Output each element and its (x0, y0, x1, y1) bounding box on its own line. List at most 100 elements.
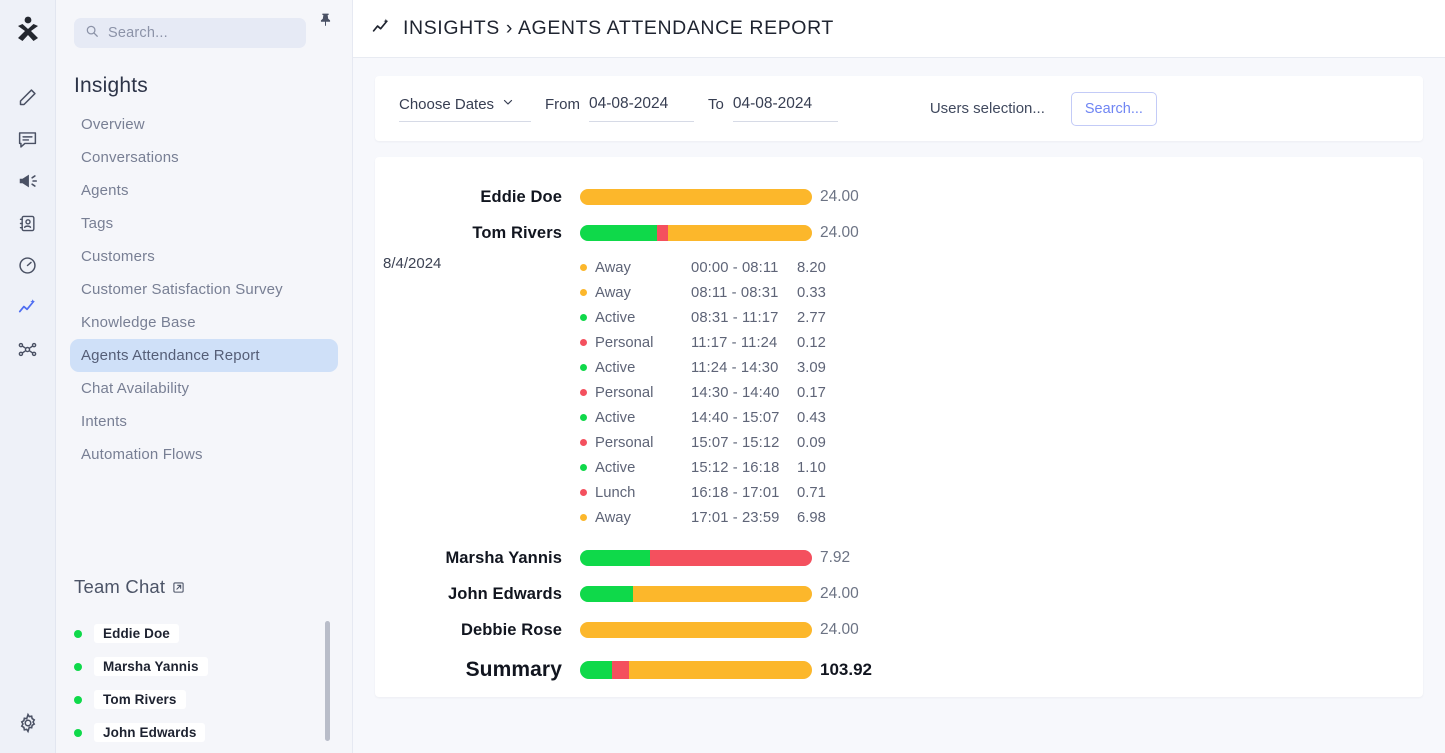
detail-row: Away 00:00 - 08:11 8.20 (580, 255, 1423, 280)
attendance-report-card: Eddie Doe 24.00 Tom Rivers 24.00 8/4/202… (375, 157, 1423, 697)
team-chat-scrollbar[interactable] (325, 621, 330, 741)
bar-segment-away (580, 622, 812, 638)
sidebar-item-overview[interactable]: Overview (70, 108, 338, 141)
attendance-total: 24.00 (820, 585, 859, 602)
search-button[interactable]: Search... (1070, 91, 1157, 126)
sidebar-item-agents-attendance-report[interactable]: Agents Attendance Report (70, 339, 338, 372)
from-date-input[interactable] (589, 95, 694, 122)
bar-segment-active (580, 225, 657, 241)
icon-rail (0, 0, 56, 753)
rail-item-compose[interactable] (8, 76, 48, 118)
sidebar-item-customers[interactable]: Customers (70, 240, 338, 273)
sidebar-item-customer-satisfaction-survey[interactable]: Customer Satisfaction Survey (70, 273, 338, 306)
page-title: Insights (74, 74, 148, 97)
table-row[interactable]: John Edwards 24.00 (375, 576, 1423, 612)
detail-time: 14:40 - 15:07 (691, 409, 780, 426)
team-chat-member-name: Eddie Doe (94, 624, 179, 643)
detail-time: 11:17 - 11:24 (691, 334, 778, 351)
breadcrumb-title: INSIGHTS › AGENTS ATTENDANCE REPORT (403, 17, 834, 39)
detail-time: 17:01 - 23:59 (691, 509, 780, 526)
bar-segment-personal (649, 550, 812, 566)
sidebar-item-automation-flows[interactable]: Automation Flows (70, 438, 338, 471)
rail-item-insights[interactable] (8, 286, 48, 328)
team-chat-title: Team Chat (74, 576, 166, 597)
detail-status: Away (595, 509, 631, 526)
from-label: From (545, 96, 580, 113)
rail-item-conversations[interactable] (8, 118, 48, 160)
rail-item-campaigns[interactable] (8, 160, 48, 202)
bar-segment-active (580, 550, 650, 566)
detail-time: 15:07 - 15:12 (691, 434, 780, 451)
detail-status: Active (595, 309, 636, 326)
list-item[interactable]: John Edwards (74, 716, 352, 749)
filter-bar: Choose Dates From To Users selection... … (375, 76, 1423, 141)
status-dot-away (580, 289, 587, 296)
bar-segment-away (633, 586, 812, 602)
attendance-bar (580, 550, 812, 566)
external-link-icon[interactable] (172, 581, 185, 594)
search-placeholder: Search... (108, 25, 168, 41)
breadcrumb: INSIGHTS › AGENTS ATTENDANCE REPORT (353, 0, 1445, 58)
sidebar-item-chat-availability[interactable]: Chat Availability (70, 372, 338, 405)
agent-name: John Edwards (448, 584, 562, 603)
sidebar-item-intents[interactable]: Intents (70, 405, 338, 438)
status-dot-personal (580, 339, 587, 346)
to-date-input[interactable] (732, 95, 838, 122)
sidebar-item-knowledge-base[interactable]: Knowledge Base (70, 306, 338, 339)
sidebar-item-conversations[interactable]: Conversations (70, 141, 338, 174)
table-row[interactable]: Tom Rivers 24.00 (375, 215, 1423, 251)
list-item[interactable]: Marsha Yannis (74, 650, 352, 683)
agent-name: Eddie Doe (480, 187, 562, 206)
status-dot-active (580, 414, 587, 421)
status-dot-away (580, 264, 587, 271)
detail-row: Away 08:11 - 08:31 0.33 (580, 280, 1423, 305)
attendance-bar (580, 225, 812, 241)
app-root: Search... Insights Overview Conversation… (0, 0, 1445, 753)
table-row[interactable]: Marsha Yannis 7.92 (375, 540, 1423, 576)
rail-item-dashboard[interactable] (8, 244, 48, 286)
search-input[interactable]: Search... (74, 18, 306, 48)
choose-dates-select[interactable]: Choose Dates (399, 95, 531, 122)
table-row[interactable]: Eddie Doe 24.00 (375, 179, 1423, 215)
users-selection-field[interactable]: Users selection... (930, 100, 1045, 117)
status-dot-lunch (580, 489, 587, 496)
add-chat-button[interactable] (314, 578, 332, 596)
pin-icon[interactable] (314, 11, 336, 28)
rail-item-contacts[interactable] (8, 202, 48, 244)
bar-segment-away (628, 661, 812, 679)
detail-row: Personal 14:30 - 14:40 0.17 (580, 380, 1423, 405)
detail-duration: 0.43 (797, 409, 826, 426)
list-item[interactable]: Eddie Doe (74, 617, 352, 650)
detail-row: Active 08:31 - 11:17 2.77 (580, 305, 1423, 330)
attendance-bar (580, 622, 812, 638)
agent-name: Debbie Rose (460, 620, 562, 639)
detail-status: Personal (595, 334, 654, 351)
bar-segment-personal (656, 225, 669, 241)
detail-date: 8/4/2024 (383, 255, 442, 272)
detail-duration: 3.09 (797, 359, 826, 376)
sidebar-item-tags[interactable]: Tags (70, 207, 338, 240)
detail-duration: 2.77 (797, 309, 826, 326)
list-item[interactable]: Tom Rivers (74, 683, 352, 716)
sidebar-item-agents[interactable]: Agents (70, 174, 338, 207)
attendance-total: 24.00 (820, 188, 859, 205)
table-row[interactable]: Debbie Rose 24.00 (375, 612, 1423, 648)
detail-time: 14:30 - 14:40 (691, 384, 780, 401)
status-dot-online (74, 629, 82, 638)
team-chat-section: Team Chat Eddie Doe Marsha Yannis Tom Ri… (56, 567, 352, 753)
rail-item-automation[interactable] (8, 328, 48, 370)
attendance-total: 24.00 (820, 224, 859, 241)
detail-row: Active 11:24 - 14:30 3.09 (580, 355, 1423, 380)
status-dot-online (74, 728, 82, 737)
app-logo-icon[interactable] (8, 8, 48, 52)
detail-time: 00:00 - 08:11 (691, 259, 779, 276)
content-area: Choose Dates From To Users selection... … (353, 58, 1445, 753)
gear-icon[interactable] (8, 701, 48, 745)
detail-duration: 0.12 (797, 334, 826, 351)
team-chat-list: Eddie Doe Marsha Yannis Tom Rivers John … (56, 607, 352, 749)
detail-duration: 6.98 (797, 509, 826, 526)
attendance-bar-summary (580, 661, 812, 679)
detail-status: Lunch (595, 484, 636, 501)
detail-duration: 0.17 (797, 384, 826, 401)
detail-time: 15:12 - 16:18 (691, 459, 780, 476)
